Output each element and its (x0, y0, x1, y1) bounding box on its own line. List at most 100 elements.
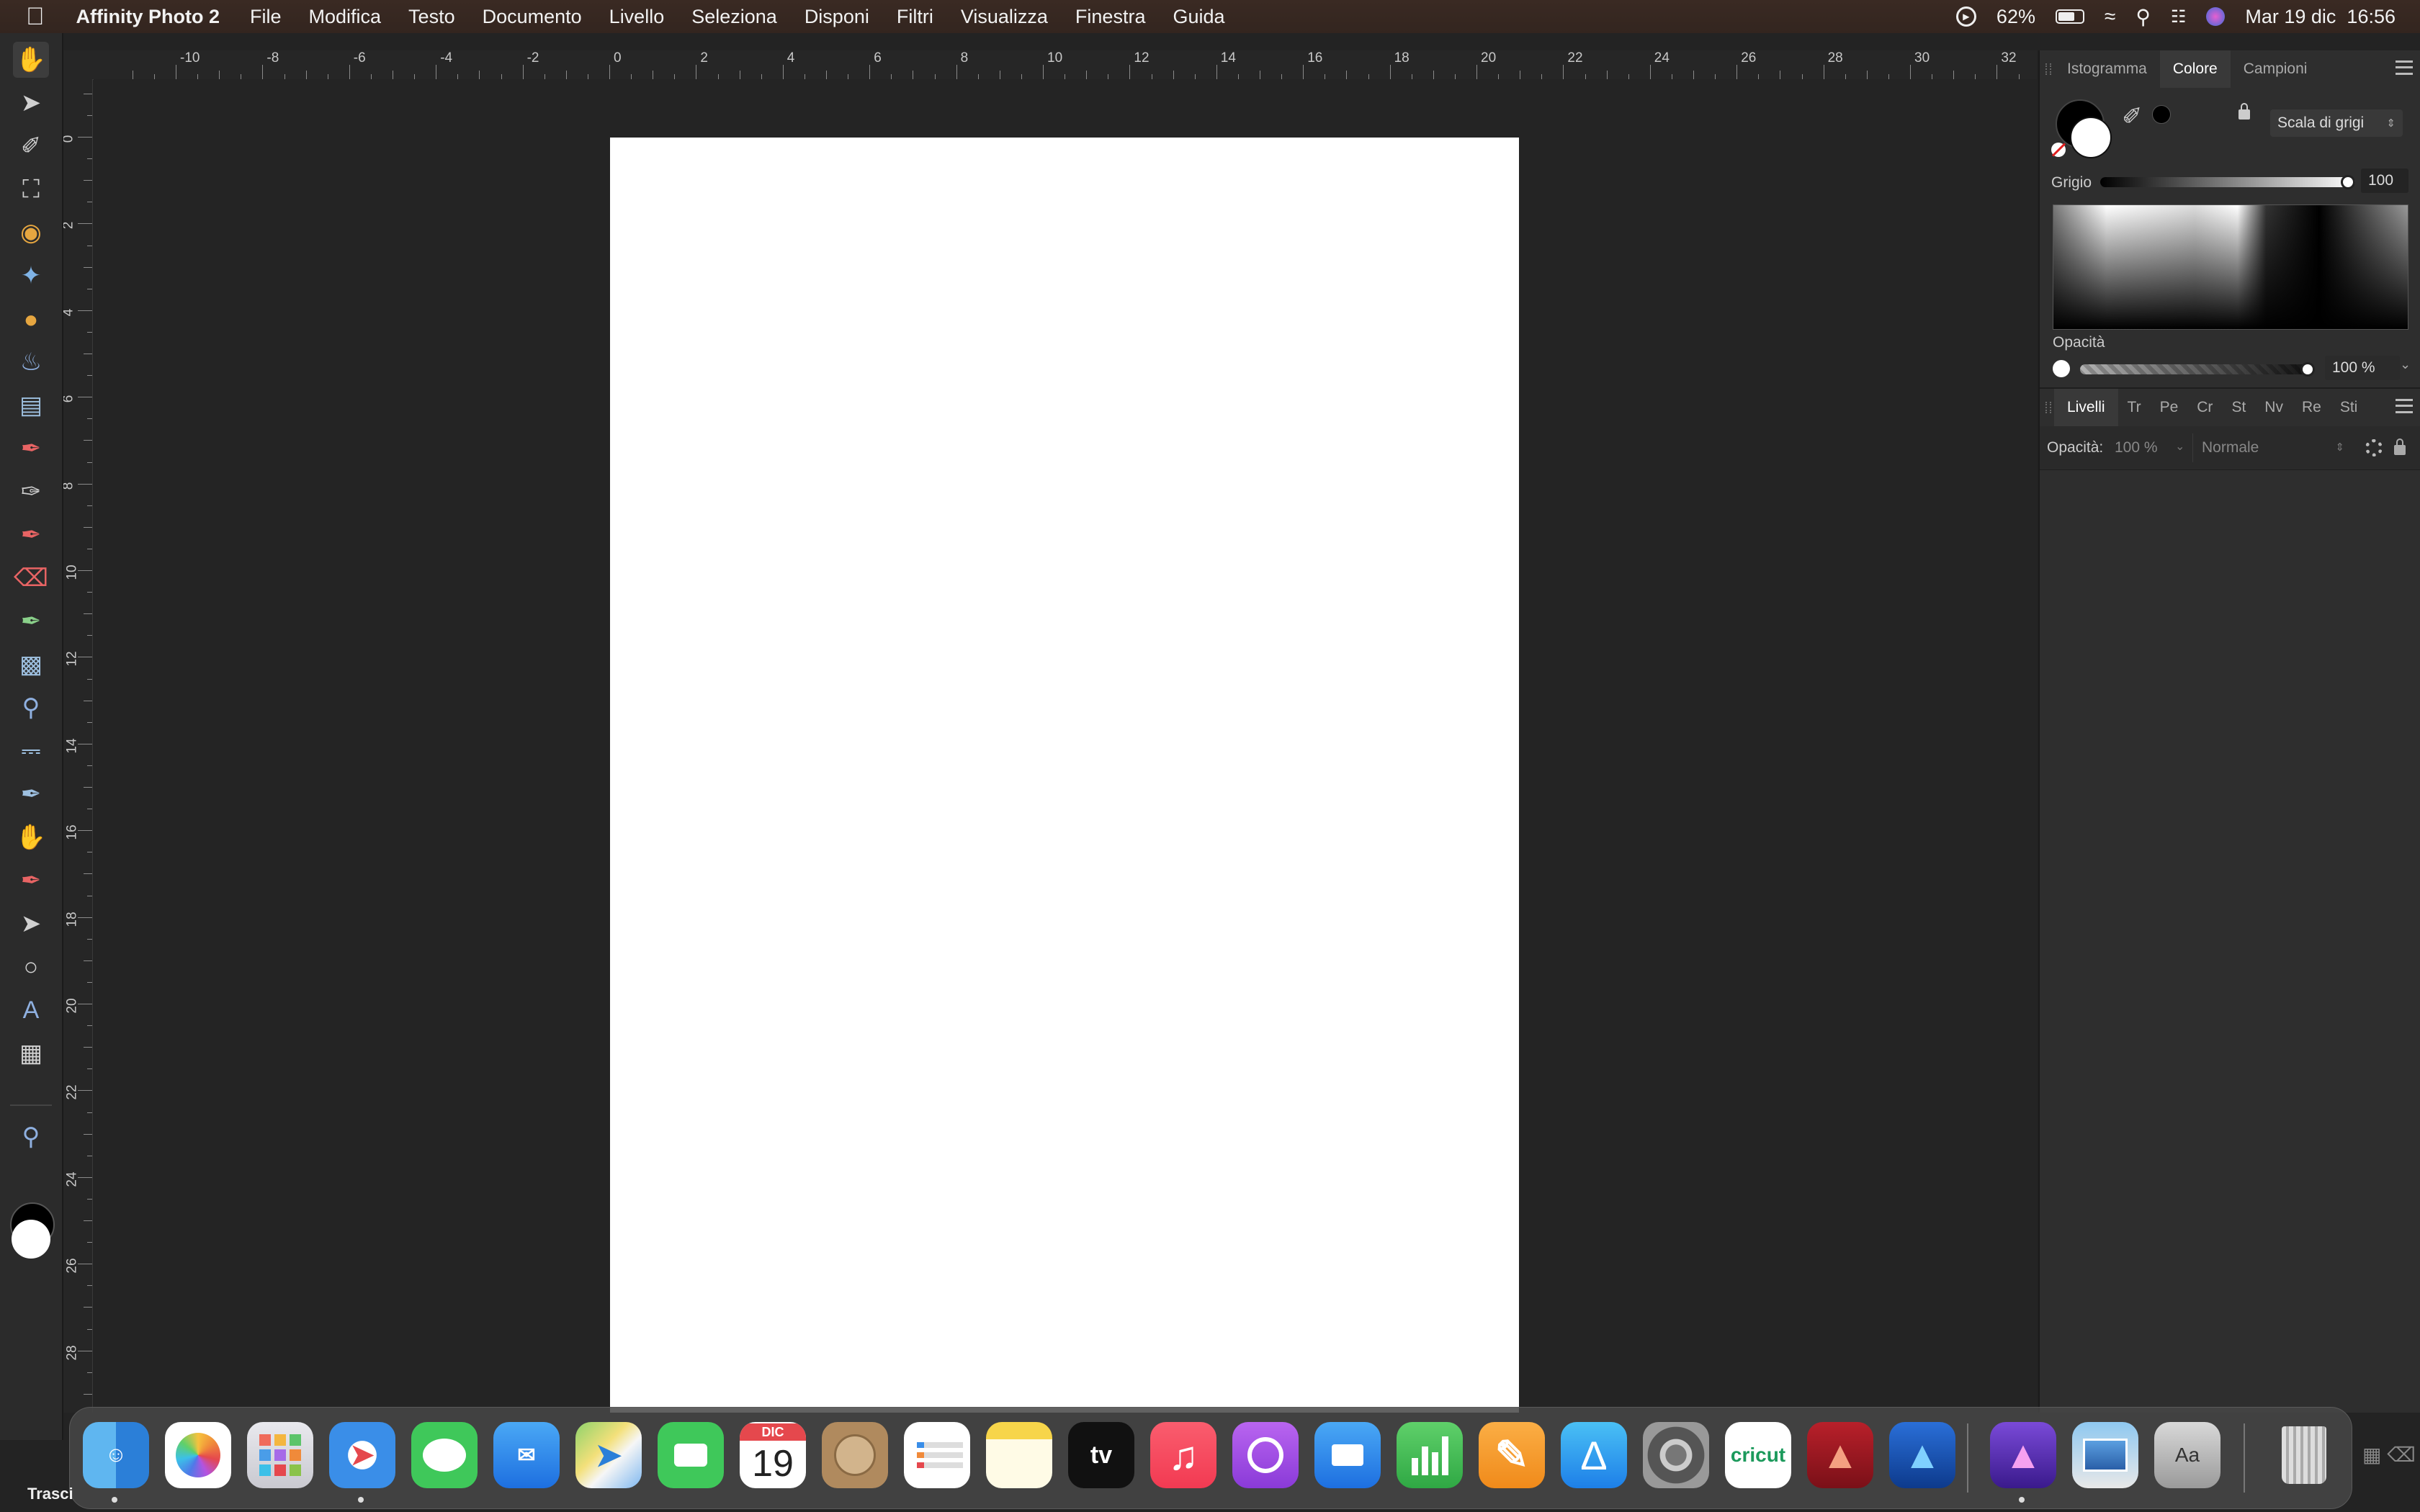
stroke-color-swatch[interactable] (2070, 117, 2112, 158)
safari-icon[interactable]: ➤ (329, 1422, 395, 1488)
blemish-removal-tool-icon[interactable]: ⚲ (13, 690, 49, 726)
panel-grip-icon[interactable] (2045, 402, 2051, 413)
zoom-tool-icon[interactable]: ⚲ (13, 1119, 49, 1155)
numbers-icon[interactable] (1397, 1422, 1463, 1488)
finder-icon[interactable]: ☺ (83, 1422, 149, 1488)
opacity-dropdown-icon[interactable]: ⌄ (2400, 357, 2411, 372)
siri-icon[interactable] (2206, 7, 2226, 26)
clone-brush-tool-icon[interactable]: ⎓ (13, 733, 49, 769)
opacity-slider[interactable] (2080, 362, 2315, 377)
app-store-icon[interactable]: ∆ (1561, 1422, 1627, 1488)
keynote-icon[interactable] (1314, 1422, 1381, 1488)
pen-tool-icon[interactable]: ✑ (13, 474, 49, 510)
chevron-down-icon[interactable]: ⌄ (2175, 439, 2184, 454)
eyedropper-icon[interactable]: ✐ (2122, 102, 2143, 131)
panel-grip-icon[interactable] (2045, 63, 2051, 75)
lock-icon[interactable] (2238, 103, 2250, 120)
menu-disponi[interactable]: Disponi (805, 6, 869, 28)
app-menu[interactable]: Affinity Photo 2 (76, 6, 220, 28)
menu-file[interactable]: File (250, 6, 282, 28)
node-tool-icon[interactable]: ➤ (13, 906, 49, 942)
inpainting-brush-tool-icon[interactable]: ▩ (13, 647, 49, 683)
maps-icon[interactable]: ➤ (575, 1422, 642, 1488)
crop-tool-icon[interactable]: ⛶ (13, 171, 49, 207)
calendar-icon[interactable]: DIC 19 (740, 1422, 806, 1488)
contacts-icon[interactable] (822, 1422, 888, 1488)
affinity-photo-icon[interactable]: ▲ (1990, 1422, 2056, 1488)
gradient-tool-icon[interactable]: ▤ (13, 387, 49, 423)
pages-icon[interactable]: ✎ (1479, 1422, 1545, 1488)
tab-istogramma[interactable]: Istogramma (2054, 50, 2160, 88)
menu-finestra[interactable]: Finestra (1075, 6, 1146, 28)
pixel-tool-icon[interactable]: ✒ (13, 517, 49, 553)
dodge-brush-tool-icon[interactable]: ✒ (13, 603, 49, 639)
trash-icon[interactable] (2271, 1422, 2337, 1488)
no-color-icon[interactable] (2051, 143, 2066, 157)
podcasts-icon[interactable] (1232, 1422, 1299, 1488)
clock-datetime[interactable]: Mar 19 dic 16:56 (2245, 6, 2396, 28)
document-page[interactable] (610, 138, 1519, 1413)
layer-opacity-field[interactable]: 100 % (2115, 439, 2158, 456)
color-mode-select[interactable]: Scala di grigi ⇕ (2270, 109, 2403, 137)
launchpad-icon[interactable] (247, 1422, 313, 1488)
mail-icon[interactable]: ✉ (493, 1422, 560, 1488)
menu-modifica[interactable]: Modifica (309, 6, 382, 28)
picked-color-swatch[interactable] (2152, 105, 2171, 124)
color-gradient-picker[interactable] (2053, 204, 2408, 330)
color-picker-tool-icon[interactable]: ✐ (13, 128, 49, 164)
menu-filtri[interactable]: Filtri (897, 6, 933, 28)
opacity-value-field[interactable]: 100 % (2325, 356, 2400, 380)
affinity-designer-icon[interactable]: ▲ (1889, 1422, 1955, 1488)
grey-value-field[interactable]: 100 (2361, 168, 2408, 193)
tab-transform[interactable]: Tr (2118, 389, 2151, 426)
tab-re[interactable]: Re (2293, 389, 2331, 426)
cricut-icon[interactable]: cricut (1725, 1422, 1791, 1488)
selection-brush-tool-icon[interactable]: ◉ (13, 215, 49, 251)
affinity-publisher-icon[interactable]: ▲ (1807, 1422, 1873, 1488)
facetime-icon[interactable] (658, 1422, 724, 1488)
hand-tool-icon[interactable]: ✋ (13, 42, 49, 78)
tab-styles[interactable]: Sti (2331, 389, 2367, 426)
text-tool-icon[interactable]: A (13, 992, 49, 1028)
grey-slider-handle[interactable] (2341, 175, 2355, 189)
red-eye-tool-icon[interactable]: ✒ (13, 863, 49, 899)
apple-menu-icon[interactable]:  (26, 3, 45, 31)
menu-documento[interactable]: Documento (483, 6, 582, 28)
notes-icon[interactable] (986, 1422, 1052, 1488)
menu-seleziona[interactable]: Seleziona (691, 6, 777, 28)
tab-brushes[interactable]: Pe (2151, 389, 2188, 426)
spotlight-search-icon[interactable]: ⚲ (2136, 5, 2151, 29)
menu-guida[interactable]: Guida (1173, 6, 1224, 28)
tab-livelli[interactable]: Livelli (2054, 389, 2118, 426)
window-resize-icons[interactable]: ▦ ⌫ (2362, 1443, 2416, 1467)
freehand-selection-tool-icon[interactable]: ⦁ (13, 301, 49, 337)
control-center-icon[interactable]: ☷ (2171, 6, 2187, 27)
secondary-color-swatch[interactable] (12, 1220, 50, 1259)
liquify-tool-icon[interactable]: ✋ (13, 819, 49, 855)
menu-livello[interactable]: Livello (609, 6, 665, 28)
grey-slider[interactable] (2100, 175, 2355, 189)
tab-navigator[interactable]: Nv (2255, 389, 2293, 426)
flood-fill-tool-icon[interactable]: ♨ (13, 344, 49, 380)
battery-icon[interactable] (2055, 9, 2084, 24)
ellipse-tool-icon[interactable]: ○ (13, 949, 49, 985)
preview-icon[interactable] (2072, 1422, 2138, 1488)
tab-campioni[interactable]: Campioni (2231, 50, 2321, 88)
screen-record-icon[interactable]: ▶ (1955, 6, 1976, 27)
paint-brush-tool-icon[interactable]: ✒ (13, 431, 49, 467)
music-icon[interactable]: ♫ (1150, 1422, 1216, 1488)
gear-icon[interactable] (2365, 439, 2383, 456)
messages-icon[interactable] (411, 1422, 478, 1488)
mesh-warp-tool-icon[interactable]: ▦ (13, 1035, 49, 1071)
opacity-slider-handle[interactable] (2300, 362, 2315, 377)
photos-icon[interactable] (165, 1422, 231, 1488)
system-settings-icon[interactable] (1643, 1422, 1709, 1488)
apple-tv-icon[interactable]: tv (1068, 1422, 1134, 1488)
blend-mode-select[interactable]: Normale ⇕ (2192, 433, 2352, 462)
menu-testo[interactable]: Testo (408, 6, 455, 28)
tab-stock[interactable]: St (2222, 389, 2255, 426)
reminders-icon[interactable] (904, 1422, 970, 1488)
panel-menu-icon[interactable] (2396, 399, 2413, 413)
move-tool-icon[interactable]: ➤ (13, 85, 49, 121)
tab-history[interactable]: Cr (2187, 389, 2222, 426)
